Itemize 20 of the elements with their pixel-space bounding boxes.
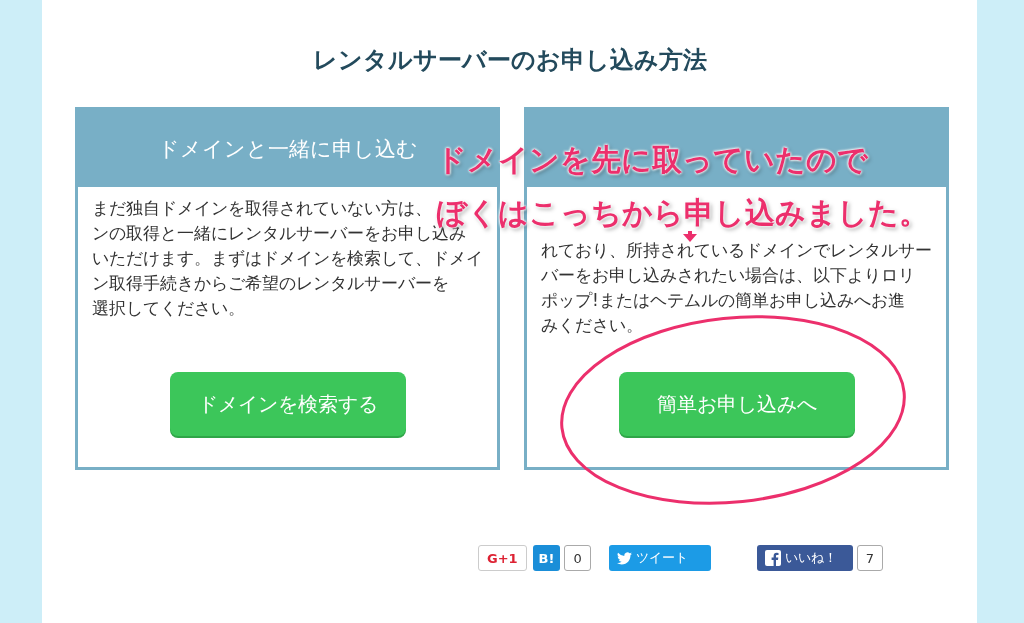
f-logo-icon [764,550,781,566]
description-line: ン取得手続きからご希望のレンタルサーバーを [92,273,449,293]
description-line: ポップ!またはヘテムルの簡単お申し込みへお進 [541,290,905,310]
cta-button[interactable]: ドメインを検索する [169,372,406,436]
bird-icon [616,551,632,565]
description-line: まだ独自ドメインを取得されていない方は、 [92,198,432,218]
description-line: みください。 [541,315,643,335]
description-line: れており、所持されているドメインでレンタルサー [541,240,932,260]
description-line: バーをお申し込みされたい場合は、以下よりロリ [541,265,915,285]
arrow [683,231,697,242]
like-button[interactable]: いいね！ [756,545,853,571]
cta-button[interactable]: 簡単お申し込みへ [618,372,855,436]
share-count: 0 [564,545,591,571]
share-count: 7 [856,545,883,571]
tweet-button[interactable]: ツイート [608,545,711,571]
description-line: 選択してください。 [92,298,245,318]
plus-one-button[interactable]: G+1 [478,545,527,571]
bookmark-button[interactable]: B! [532,545,561,571]
description-line: いただけます。まずはドメインを検索して、ドメイ [92,248,483,268]
page-title: レンタルサーバーのお申し込み方法 [311,45,708,76]
